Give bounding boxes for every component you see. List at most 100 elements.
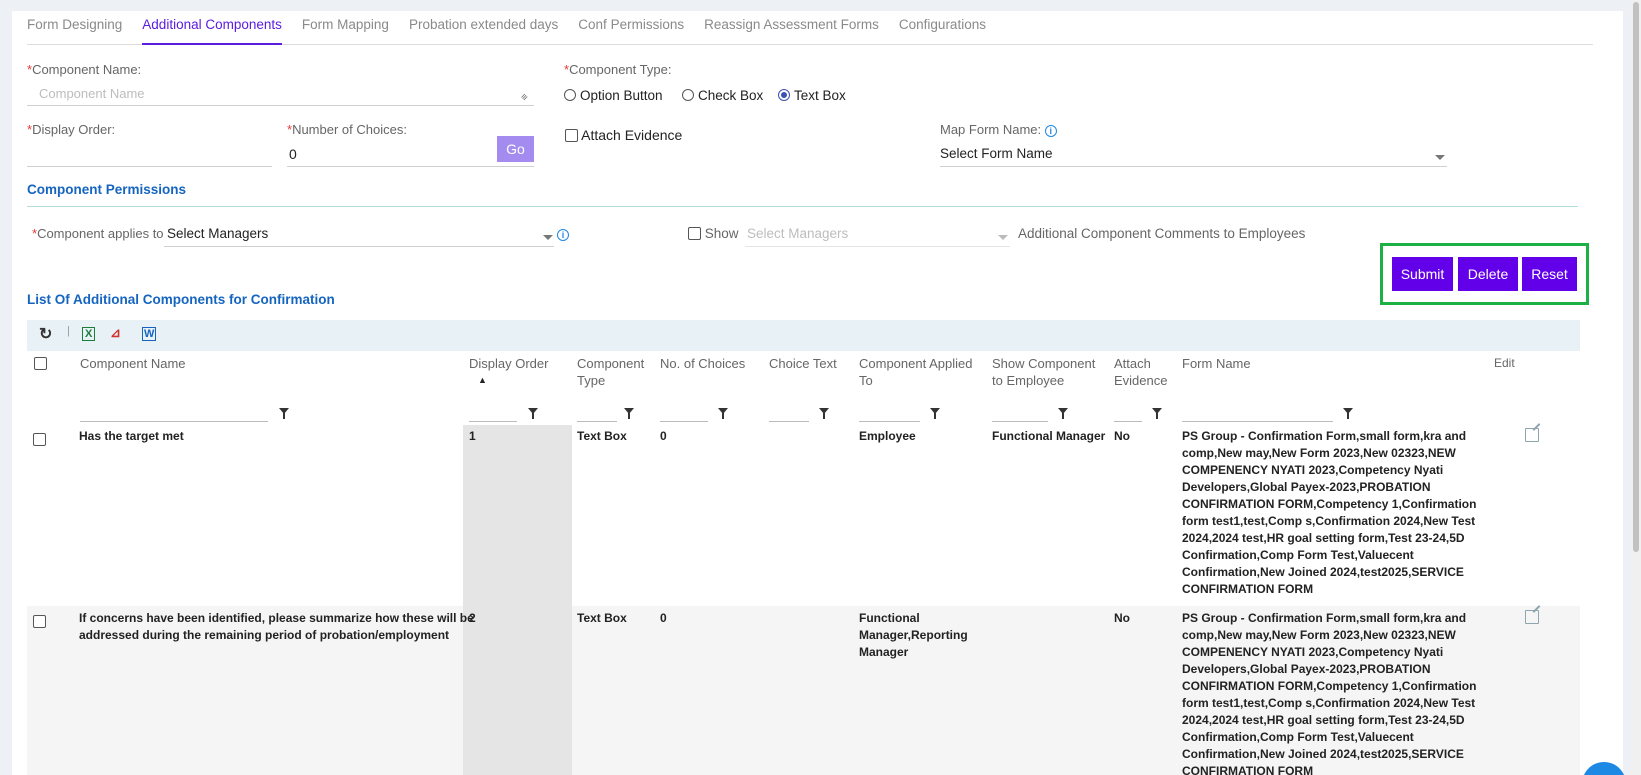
sort-asc-icon: ▲: [478, 375, 487, 385]
excel-export-icon[interactable]: X: [82, 327, 96, 341]
header-form-name[interactable]: Form Name: [1182, 355, 1251, 372]
checkbox-icon: [33, 615, 46, 628]
component-applies-label: *Component applies to: [32, 226, 164, 241]
checkbox-icon: [34, 357, 47, 370]
tab-additional-components[interactable]: Additional Components: [142, 10, 282, 45]
sorted-column-highlight: [463, 425, 572, 775]
filter-icon[interactable]: [1058, 408, 1068, 419]
row-display-order: 2: [469, 611, 476, 625]
refresh-icon[interactable]: ↻: [39, 324, 52, 344]
header-attach-evidence[interactable]: Attach Evidence: [1114, 355, 1167, 389]
edit-icon[interactable]: [1525, 428, 1539, 442]
select-all-checkbox[interactable]: [34, 356, 47, 371]
component-name-label: *Component Name:: [27, 62, 142, 77]
radio-check-box[interactable]: Check Box: [682, 88, 763, 103]
row-applied-to: Employee: [859, 429, 916, 443]
component-applies-select[interactable]: Select Managers: [167, 226, 268, 241]
reset-button[interactable]: Reset: [1522, 257, 1577, 291]
applies-info: i: [557, 226, 569, 241]
checkbox-icon: [33, 433, 46, 446]
header-no-of-choices[interactable]: No. of Choices: [660, 355, 745, 372]
filter-icon[interactable]: [528, 408, 538, 419]
component-applies-underline: [164, 246, 554, 247]
filter-input-applied[interactable]: [859, 421, 920, 422]
filter-input-name[interactable]: [80, 421, 268, 422]
map-form-name-label: Map Form Name: i: [940, 122, 1057, 137]
radio-selected-icon: [778, 89, 790, 101]
display-order-input[interactable]: [27, 166, 272, 167]
tab-form-mapping[interactable]: Form Mapping: [302, 10, 389, 45]
filter-icon[interactable]: [930, 408, 940, 419]
row-component-name: If concerns have been identified, please…: [79, 611, 474, 642]
row-component-type: Text Box: [577, 429, 627, 443]
row-display-order: 1: [469, 429, 476, 443]
edit-icon[interactable]: [1525, 610, 1539, 624]
attach-evidence-checkbox[interactable]: Attach Evidence: [565, 127, 682, 143]
filter-icon[interactable]: [624, 408, 634, 419]
row-show-component: Functional Manager: [992, 429, 1106, 443]
comments-to-employees-label: Additional Component Comments to Employe…: [1018, 226, 1306, 241]
filter-input-type[interactable]: [577, 421, 617, 422]
header-show-component[interactable]: Show Component to Employee: [992, 355, 1095, 389]
filter-input-show[interactable]: [992, 421, 1048, 422]
row-no-of-choices: 0: [660, 611, 667, 625]
filter-input-choices[interactable]: [660, 421, 708, 422]
tab-probation-extended-days[interactable]: Probation extended days: [409, 10, 558, 45]
radio-option-button[interactable]: Option Button: [564, 88, 663, 103]
row-checkbox[interactable]: [33, 614, 46, 629]
component-name-input[interactable]: Component Name: [39, 86, 145, 101]
tab-form-designing[interactable]: Form Designing: [27, 10, 122, 45]
header-component-type[interactable]: Component Type: [577, 355, 644, 389]
component-type-label: *Component Type:: [564, 62, 672, 77]
component-name-underline: [27, 105, 534, 106]
display-order-label: *Display Order:: [27, 122, 116, 137]
header-component-applied-to[interactable]: Component Applied To: [859, 355, 972, 389]
header-choice-text[interactable]: Choice Text: [769, 355, 837, 372]
show-managers-select[interactable]: Select Managers: [747, 226, 848, 241]
filter-input-form-name[interactable]: [1182, 421, 1333, 422]
row-component-name: Has the target met: [79, 429, 184, 443]
dropdown-caret-icon[interactable]: [1435, 155, 1445, 160]
component-permissions-title: Component Permissions: [27, 182, 187, 197]
row-form-name: PS Group - Confirmation Form,small form,…: [1182, 429, 1477, 596]
submit-button[interactable]: Submit: [1392, 257, 1453, 291]
dropdown-caret-icon[interactable]: [543, 235, 553, 240]
filter-input-attach[interactable]: [1114, 421, 1142, 422]
tab-conf-permissions[interactable]: Conf Permissions: [578, 10, 684, 45]
show-managers-underline: [745, 246, 1010, 247]
row-attach-evidence: No: [1114, 611, 1130, 625]
map-form-name-select[interactable]: Select Form Name: [940, 146, 1053, 161]
filter-icon[interactable]: [718, 408, 728, 419]
pdf-export-icon[interactable]: ⊿: [110, 325, 121, 341]
header-component-name[interactable]: Component Name: [80, 355, 186, 372]
scrollbar-thumb[interactable]: [1633, 2, 1639, 552]
tab-configurations[interactable]: Configurations: [899, 10, 986, 45]
row-component-type: Text Box: [577, 611, 627, 625]
checkbox-icon: [688, 227, 701, 240]
word-export-icon[interactable]: W: [142, 327, 157, 341]
row-attach-evidence: No: [1114, 429, 1130, 443]
map-form-name-underline: [940, 166, 1447, 167]
header-display-order[interactable]: Display Order: [469, 355, 548, 372]
dropdown-caret-icon[interactable]: [998, 235, 1008, 240]
page-scrollbar[interactable]: [1631, 0, 1641, 775]
filter-icon[interactable]: [279, 408, 289, 419]
row-no-of-choices: 0: [660, 429, 667, 443]
tab-bar: Form Designing Additional Components For…: [27, 10, 1593, 45]
filter-icon[interactable]: [1152, 408, 1162, 419]
radio-text-box[interactable]: Text Box: [778, 88, 846, 103]
show-checkbox[interactable]: Show: [688, 226, 739, 241]
checkbox-icon: [565, 129, 578, 142]
filter-icon[interactable]: [1343, 408, 1353, 419]
filter-input-order[interactable]: [469, 421, 517, 422]
delete-button[interactable]: Delete: [1458, 257, 1518, 291]
toolbar-divider: |: [67, 325, 70, 337]
row-applied-to: Functional Manager,Reporting Manager: [859, 611, 968, 659]
number-of-choices-input[interactable]: 0: [289, 146, 297, 162]
row-checkbox[interactable]: [33, 432, 46, 447]
tab-reassign-assessment-forms[interactable]: Reassign Assessment Forms: [704, 10, 879, 45]
filter-input-choice-text[interactable]: [769, 421, 809, 422]
go-button[interactable]: Go: [497, 136, 534, 162]
number-of-choices-underline: [287, 166, 534, 167]
filter-icon[interactable]: [819, 408, 829, 419]
